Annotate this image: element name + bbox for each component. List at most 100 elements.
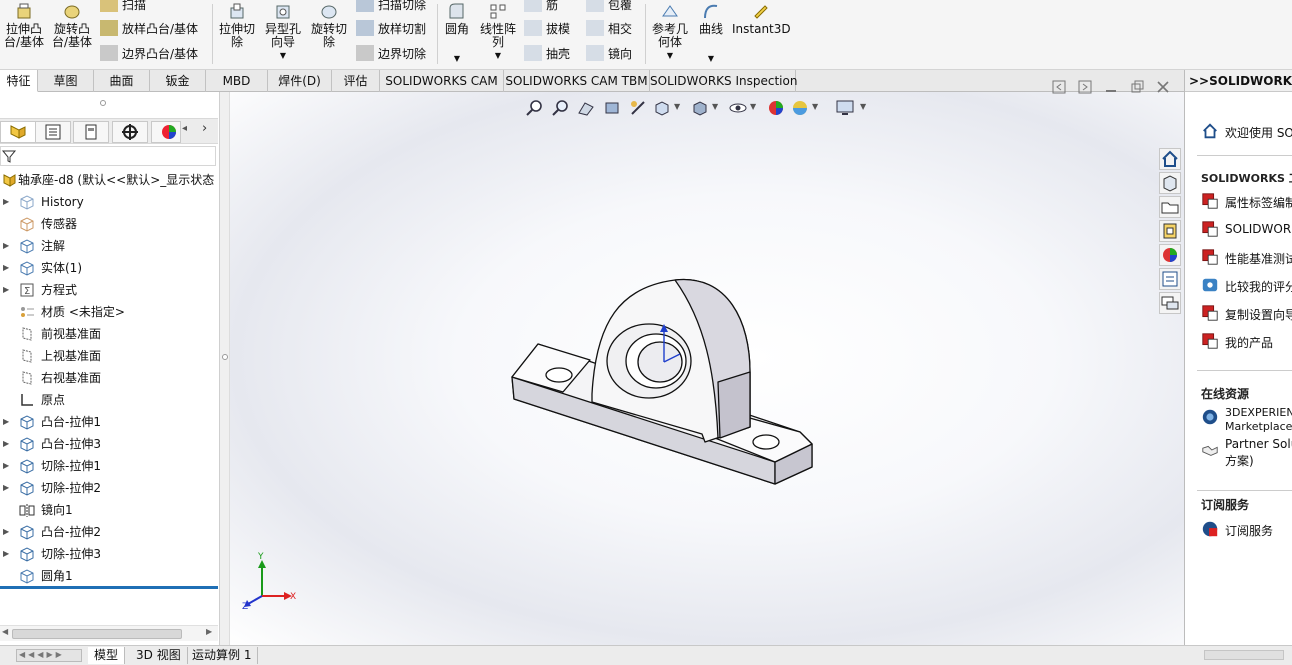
tree-item[interactable]: ▶ 切除-拉伸2 xyxy=(0,477,218,499)
draft-button[interactable]: 拔模 xyxy=(524,20,570,38)
linear-pattern-button[interactable]: 线性阵 列 ▼ xyxy=(476,2,520,62)
panel-splitter[interactable] xyxy=(220,92,230,645)
feature-manager-tab[interactable] xyxy=(0,121,36,143)
expand-arrow-icon[interactable]: ▶ xyxy=(3,455,9,477)
expand-arrow-icon[interactable]: ▶ xyxy=(3,433,9,455)
tab-solidworks-cam[interactable]: SOLIDWORKS CAM xyxy=(380,70,504,92)
expand-arrow-icon[interactable]: ▶ xyxy=(3,477,9,499)
expand-arrow-icon[interactable]: ▶ xyxy=(3,279,9,301)
next-window-icon[interactable] xyxy=(1078,80,1092,94)
bearing-housing-model[interactable] xyxy=(500,262,820,492)
expand-arrow-icon[interactable]: ▶ xyxy=(3,191,9,213)
horizontal-scrollbar[interactable]: ◀ ▶ xyxy=(0,625,218,641)
expand-arrow-icon[interactable]: ▶ xyxy=(3,257,9,279)
curves-dropdown-icon[interactable]: ▼ xyxy=(694,52,728,65)
reference-geometry-button[interactable]: 参考几 何体 ▼ xyxy=(648,2,692,62)
tab-solidworks-inspection[interactable]: SOLIDWORKS Inspection xyxy=(650,70,797,92)
revolve-cut-button[interactable]: 旋转切 除 xyxy=(308,2,350,49)
view-settings-icon[interactable] xyxy=(834,98,856,118)
display-style-icon[interactable] xyxy=(690,98,710,118)
model-tab[interactable]: 模型 xyxy=(88,647,126,664)
restore-icon[interactable] xyxy=(1130,80,1144,94)
expand-arrow-icon[interactable]: ▶ xyxy=(3,521,9,543)
curves-button[interactable]: 曲线 ▼ xyxy=(694,2,728,65)
hide-show-items-icon[interactable] xyxy=(728,98,748,118)
dimxpert-manager-tab[interactable] xyxy=(112,121,148,143)
tab-evaluate[interactable]: 评估 xyxy=(332,70,380,92)
task-pane-design-library-tab[interactable] xyxy=(1159,196,1181,218)
zoom-to-area-icon[interactable] xyxy=(550,98,570,118)
tree-item[interactable]: ▶ 凸台-拉伸3 xyxy=(0,433,218,455)
reference-geometry-dropdown-icon[interactable]: ▼ xyxy=(648,49,692,62)
tree-item[interactable]: 材质 <未指定> xyxy=(0,301,218,323)
rib-button[interactable]: 筋 xyxy=(524,0,558,14)
view-settings-dropdown-icon[interactable]: ▼ xyxy=(860,102,866,111)
expand-arrow-icon[interactable]: ▶ xyxy=(3,411,9,433)
expand-arrow-icon[interactable]: ▶ xyxy=(3,543,9,565)
panel-grip[interactable] xyxy=(100,100,106,106)
apply-scene-icon[interactable] xyxy=(790,98,810,118)
tree-item[interactable]: ▶ Σ 方程式 xyxy=(0,279,218,301)
tree-item[interactable]: ▶ History xyxy=(0,191,218,213)
task-pane-forum-tab[interactable] xyxy=(1159,292,1181,314)
fillet-button[interactable]: 圆角 ▼ xyxy=(440,2,474,65)
shell-button[interactable]: 抽壳 xyxy=(524,45,570,63)
previous-window-icon[interactable] xyxy=(1052,80,1066,94)
linear-pattern-dropdown-icon[interactable]: ▼ xyxy=(476,49,520,62)
wrap-button[interactable]: 包覆 xyxy=(586,0,632,14)
panel-tab-scroll-left[interactable]: ◂ xyxy=(182,123,187,134)
tree-item[interactable]: ▶ 凸台-拉伸2 xyxy=(0,521,218,543)
lofted-cut-button[interactable]: 放样切割 xyxy=(356,20,426,38)
tree-item[interactable]: 前视基准面 xyxy=(0,323,218,345)
task-pane-resources-tab[interactable] xyxy=(1159,172,1181,194)
tab-weldments[interactable]: 焊件(D) xyxy=(268,70,332,92)
tree-item[interactable]: ▶ 注解 xyxy=(0,235,218,257)
section-view-icon[interactable] xyxy=(602,98,622,118)
status-scrollbar[interactable] xyxy=(1204,650,1284,660)
tree-item[interactable]: 上视基准面 xyxy=(0,345,218,367)
tree-item[interactable]: ▶ 切除-拉伸3 xyxy=(0,543,218,565)
tree-item[interactable]: 原点 xyxy=(0,389,218,411)
display-style-dropdown-icon[interactable]: ▼ xyxy=(712,102,718,111)
mirror-button[interactable]: 镜向 xyxy=(586,45,632,63)
task-pane-header[interactable]: >>SOLIDWORKS xyxy=(1185,70,1292,92)
minimize-icon[interactable] xyxy=(1104,80,1118,94)
boundary-boss-button[interactable]: 边界凸台/基体 xyxy=(100,45,198,63)
tab-sketch[interactable]: 草图 xyxy=(38,70,94,92)
bottom-nav-arrows[interactable]: ◀◀◀▶▶ xyxy=(16,649,82,662)
tab-features[interactable]: 特征 xyxy=(0,70,38,92)
display-manager-tab[interactable] xyxy=(151,121,181,143)
previous-view-icon[interactable] xyxy=(576,98,596,118)
motion-study-tab[interactable]: 运动算例 1 xyxy=(186,647,259,664)
instant3d-button[interactable]: Instant3D xyxy=(732,2,791,36)
close-icon[interactable] xyxy=(1156,80,1170,94)
hole-wizard-dropdown-icon[interactable]: ▼ xyxy=(262,49,304,62)
task-pane-file-explorer-tab[interactable] xyxy=(1159,220,1181,242)
loft-boss-button[interactable]: 放样凸台/基体 xyxy=(100,20,198,38)
tab-solidworks-cam-tbm[interactable]: SOLIDWORKS CAM TBM xyxy=(504,70,650,92)
tree-item[interactable]: ▶ 凸台-拉伸1 xyxy=(0,411,218,433)
property-manager-tab[interactable] xyxy=(35,121,71,143)
tree-item[interactable]: 右视基准面 xyxy=(0,367,218,389)
task-pane-home-tab[interactable] xyxy=(1159,148,1181,170)
swept-cut-button[interactable]: 扫描切除 xyxy=(356,0,426,14)
extrude-boss-button[interactable]: 拉伸凸 台/基体 xyxy=(2,2,46,49)
scroll-left-arrow[interactable]: ◀ xyxy=(2,627,8,636)
dynamic-annotation-icon[interactable] xyxy=(628,98,648,118)
hide-show-dropdown-icon[interactable]: ▼ xyxy=(750,102,756,111)
zoom-to-fit-icon[interactable] xyxy=(524,98,544,118)
tab-mbd[interactable]: MBD xyxy=(206,70,268,92)
revolve-boss-button[interactable]: 旋转凸 台/基体 xyxy=(50,2,94,49)
tree-item[interactable]: 圆角1 xyxy=(0,565,218,587)
scroll-right-arrow[interactable]: ▶ xyxy=(206,627,212,636)
task-pane-appearances-tab[interactable] xyxy=(1159,244,1181,266)
intersect-button[interactable]: 相交 xyxy=(586,20,632,38)
extrude-cut-button[interactable]: 拉伸切 除 xyxy=(216,2,258,49)
expand-arrow-icon[interactable]: ▶ xyxy=(3,235,9,257)
apply-scene-dropdown-icon[interactable]: ▼ xyxy=(812,102,818,111)
view-orientation-icon[interactable] xyxy=(652,98,672,118)
tree-filter[interactable] xyxy=(0,146,216,166)
3d-views-tab[interactable]: 3D 视图 xyxy=(130,647,188,664)
splitter-handle[interactable] xyxy=(222,354,228,360)
tree-item[interactable]: ▶ 实体(1) xyxy=(0,257,218,279)
